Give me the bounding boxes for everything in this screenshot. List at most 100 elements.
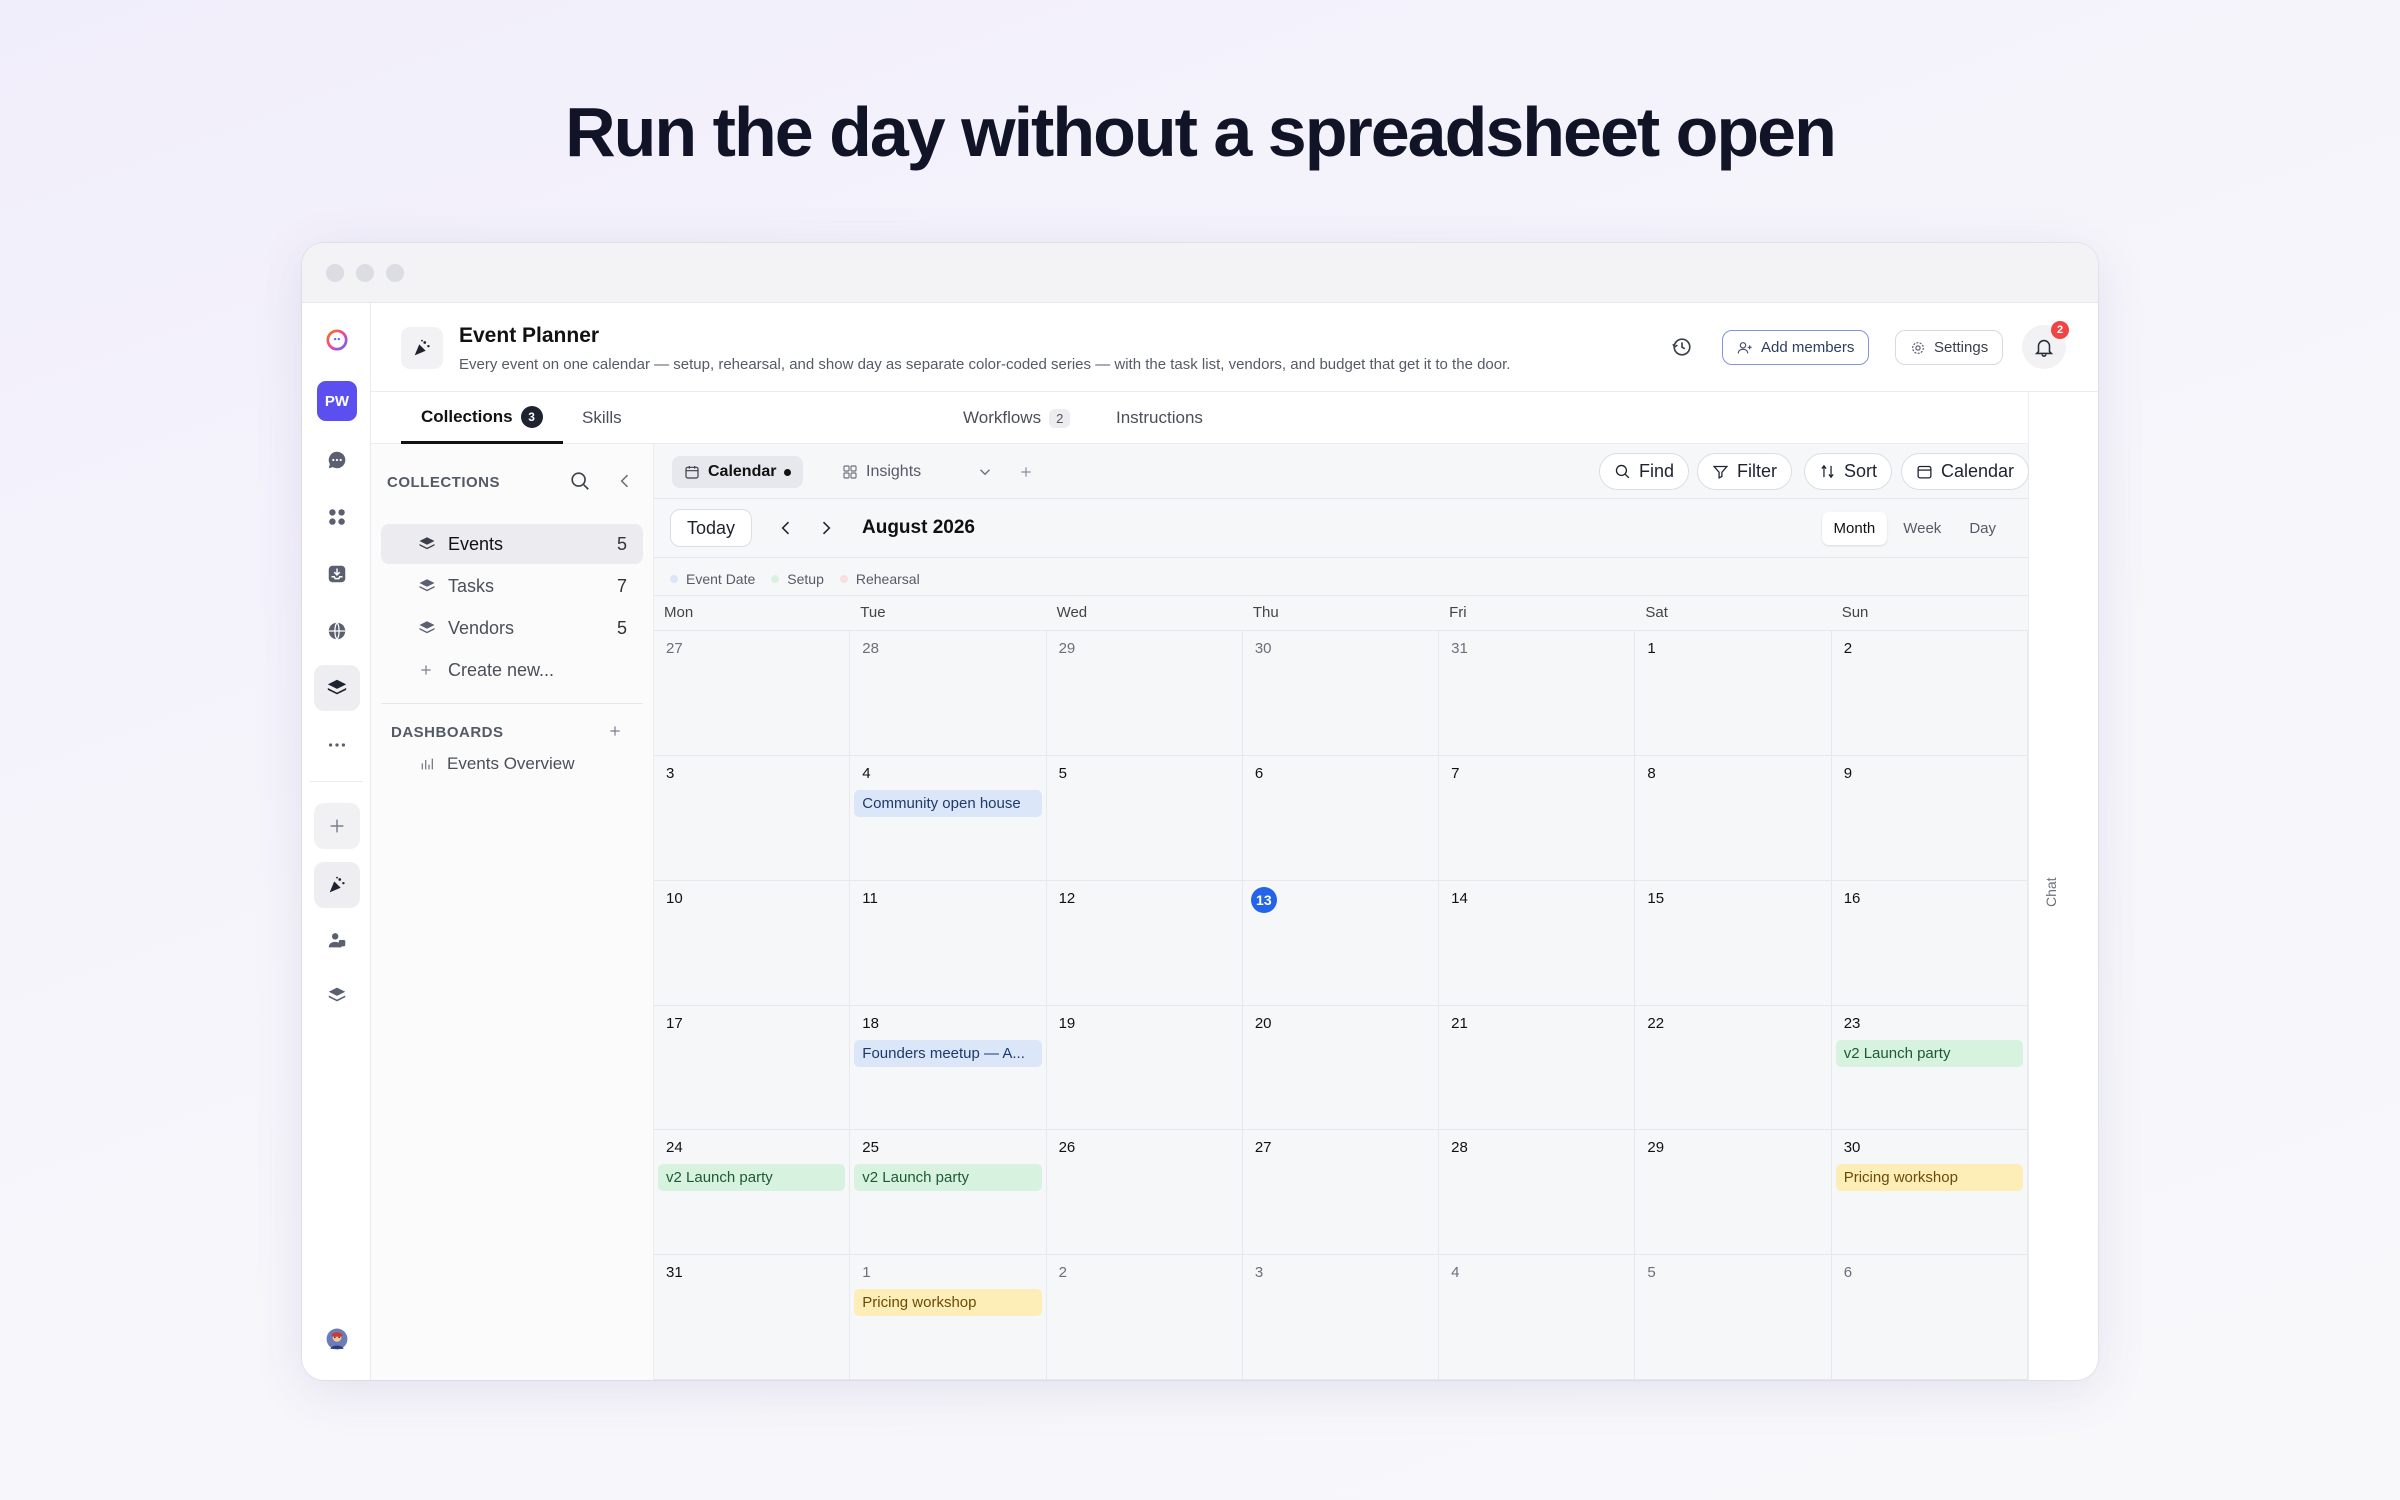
day-cell[interactable]: 16	[1831, 880, 2028, 1006]
day-cell[interactable]: 6	[1831, 1255, 2028, 1380]
inbox-icon[interactable]	[314, 551, 360, 597]
brand-logo-icon[interactable]	[314, 317, 360, 363]
collection-item-tasks[interactable]: Tasks 7	[381, 566, 643, 606]
legend-item-setup[interactable]: Setup	[771, 571, 824, 587]
create-new-collection[interactable]: Create new...	[381, 650, 643, 690]
day-cell[interactable]: 28	[850, 631, 1047, 756]
day-cell[interactable]: 5	[1046, 755, 1243, 881]
legend-item-event-date[interactable]: Event Date	[670, 571, 755, 587]
add-view-icon[interactable]	[1018, 464, 1034, 480]
day-cell[interactable]: 30 Pricing workshop	[1831, 1130, 2028, 1256]
day-cell[interactable]: 3	[1242, 1255, 1440, 1380]
apps-grid-icon[interactable]	[314, 494, 360, 540]
calendar-event[interactable]: v2 Launch party	[1835, 1039, 2023, 1067]
day-cell[interactable]: 25 v2 Launch party	[850, 1130, 1047, 1256]
day-cell[interactable]: 26	[1046, 1130, 1243, 1256]
window-maximize-dot[interactable]	[386, 264, 404, 282]
tab-instructions[interactable]: Instructions	[1116, 392, 1203, 444]
legend-item-rehearsal[interactable]: Rehearsal	[839, 571, 920, 587]
collapse-sidebar-icon[interactable]	[615, 471, 635, 491]
people-icon[interactable]	[314, 917, 360, 963]
day-cell[interactable]: 31	[654, 1255, 851, 1380]
mode-week[interactable]: Week	[1891, 512, 1953, 545]
collection-item-vendors[interactable]: Vendors 5	[381, 608, 643, 648]
day-cell[interactable]: 28	[1439, 1130, 1636, 1256]
view-tab-calendar[interactable]: Calendar	[672, 456, 804, 488]
tab-workflows[interactable]: Workflows 2	[963, 392, 1071, 444]
notifications-button[interactable]: 2	[2022, 321, 2069, 369]
chevron-right-icon[interactable]	[816, 518, 836, 538]
day-cell[interactable]: 13	[1242, 880, 1440, 1006]
layers-icon[interactable]	[314, 972, 360, 1018]
day-cell[interactable]: 21	[1439, 1005, 1636, 1131]
today-button[interactable]: Today	[670, 509, 753, 547]
day-cell[interactable]: 24 v2 Launch party	[654, 1130, 851, 1256]
day-cell[interactable]: 31	[1439, 631, 1636, 756]
day-cell[interactable]: 29	[1046, 631, 1243, 756]
day-cell[interactable]: 5	[1635, 1255, 1832, 1380]
chevron-left-icon[interactable]	[776, 518, 796, 538]
calendar-event[interactable]: Founders meetup — A...	[854, 1039, 1042, 1067]
window-minimize-dot[interactable]	[356, 264, 374, 282]
day-cell[interactable]: 14	[1439, 880, 1636, 1006]
event-planner-app-icon[interactable]	[314, 862, 360, 908]
mode-day[interactable]: Day	[1957, 512, 2008, 545]
chat-panel-toggle[interactable]: Chat	[2028, 392, 2098, 1380]
day-number: 22	[1647, 1014, 1665, 1032]
day-cell[interactable]: 27	[654, 631, 851, 756]
day-cell[interactable]: 18 Founders meetup — A...	[850, 1005, 1047, 1131]
day-cell[interactable]: 29	[1635, 1130, 1832, 1256]
calendar-event[interactable]: Pricing workshop	[854, 1289, 1042, 1317]
day-cell[interactable]: 17	[654, 1005, 851, 1131]
day-cell[interactable]: 1	[1635, 631, 1832, 756]
search-icon[interactable]	[569, 470, 591, 492]
day-cell[interactable]: 10	[654, 880, 851, 1006]
day-cell[interactable]: 27	[1242, 1130, 1440, 1256]
day-cell[interactable]: 22	[1635, 1005, 1832, 1131]
tab-skills[interactable]: Skills	[582, 392, 622, 444]
calendar-event[interactable]: Community open house	[854, 789, 1042, 817]
mode-month[interactable]: Month	[1821, 512, 1888, 545]
workspace-avatar[interactable]: PW	[317, 381, 357, 421]
day-cell[interactable]: 2	[1046, 1255, 1243, 1380]
calendar-event[interactable]: v2 Launch party	[854, 1164, 1042, 1192]
day-cell[interactable]: 4	[1439, 1255, 1636, 1380]
collection-item-events[interactable]: Events 5	[381, 524, 643, 564]
more-icon[interactable]	[314, 722, 360, 768]
sort-button[interactable]: Sort	[1804, 453, 1893, 490]
filter-button[interactable]: Filter	[1697, 453, 1792, 490]
day-cell[interactable]: 1 Pricing workshop	[850, 1255, 1047, 1380]
collections-stack-icon[interactable]	[314, 665, 360, 711]
day-cell[interactable]: 19	[1046, 1005, 1243, 1131]
settings-button[interactable]: Settings	[1895, 330, 2004, 365]
day-cell[interactable]: 7	[1439, 755, 1636, 881]
calendar-event[interactable]: v2 Launch party	[658, 1164, 846, 1192]
day-cell[interactable]: 6	[1242, 755, 1440, 881]
chevron-down-icon[interactable]	[976, 463, 994, 481]
globe-icon[interactable]	[314, 608, 360, 654]
day-cell[interactable]: 11	[850, 880, 1047, 1006]
dashboard-item-events-overview[interactable]: Events Overview	[381, 744, 643, 784]
calendar-event[interactable]: Pricing workshop	[1835, 1164, 2023, 1192]
day-cell[interactable]: 8	[1635, 755, 1832, 881]
calendar-settings-button[interactable]: Calendar	[1901, 453, 2030, 490]
day-cell[interactable]: 12	[1046, 880, 1243, 1006]
day-cell[interactable]: 3	[654, 755, 851, 881]
day-cell[interactable]: 9	[1831, 755, 2028, 881]
view-tab-insights[interactable]: Insights	[830, 456, 933, 488]
day-cell[interactable]: 23 v2 Launch party	[1831, 1005, 2028, 1131]
window-close-dot[interactable]	[326, 264, 344, 282]
user-avatar[interactable]	[314, 1316, 360, 1362]
add-dashboard-icon[interactable]	[607, 723, 623, 739]
day-cell[interactable]: 20	[1242, 1005, 1440, 1131]
add-app-button[interactable]	[314, 803, 360, 849]
tab-collections[interactable]: Collections 3	[401, 392, 563, 444]
add-members-button[interactable]: Add members	[1722, 330, 1870, 365]
chat-icon[interactable]	[314, 437, 360, 483]
day-cell[interactable]: 2	[1831, 631, 2028, 756]
day-cell[interactable]: 4 Community open house	[850, 755, 1047, 881]
day-cell[interactable]: 15	[1635, 880, 1832, 1006]
find-button[interactable]: Find	[1599, 453, 1690, 490]
day-cell[interactable]: 30	[1242, 631, 1440, 756]
history-icon[interactable]	[1671, 336, 1693, 363]
